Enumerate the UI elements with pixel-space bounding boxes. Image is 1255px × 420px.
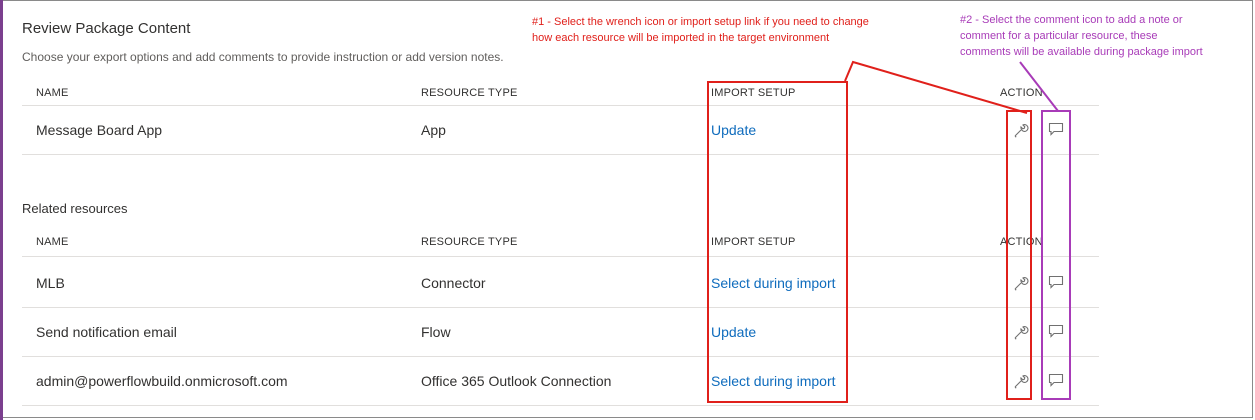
import-setup-highlight-box [707,81,848,403]
resource-name: Message Board App [36,122,163,138]
resource-type: Connector [421,275,486,291]
resource-name: admin@powerflowbuild.onmicrosoft.com [36,373,288,389]
resource-type: Flow [421,324,451,340]
resource-type: App [421,122,446,138]
column-header-name: NAME [36,236,69,248]
column-header-resource-type: RESOURCE TYPE [421,236,518,248]
annotation-callout-comment: #2 - Select the comment icon to add a no… [960,12,1203,60]
header-divider [22,105,1099,106]
page-subtitle: Choose your export options and add comme… [22,50,504,64]
resource-name: MLB [36,275,65,291]
header-divider [22,256,1099,257]
wrench-column-highlight-box [1006,110,1032,400]
row-divider [22,356,1099,357]
row-divider [22,154,1099,155]
column-header-action: ACTION [1000,87,1043,99]
annotation-text: #1 - Select the wrench icon or import se… [532,16,869,28]
annotation-text: how each resource will be imported in th… [532,32,830,44]
annotation-callout-wrench: #1 - Select the wrench icon or import se… [532,14,869,46]
column-header-resource-type: RESOURCE TYPE [421,87,518,99]
annotation-text: comment for a particular resource, these [960,30,1158,42]
frame-accent-border [0,0,3,420]
resource-name: Send notification email [36,324,177,340]
comment-column-highlight-box [1041,110,1071,400]
row-divider [22,405,1099,406]
related-resources-label: Related resources [22,201,128,216]
column-header-name: NAME [36,87,69,99]
annotation-text: #2 - Select the comment icon to add a no… [960,14,1183,26]
row-divider [22,307,1099,308]
page-title: Review Package Content [22,20,191,37]
resource-type: Office 365 Outlook Connection [421,373,612,389]
annotation-text: comments will be available during packag… [960,46,1203,58]
